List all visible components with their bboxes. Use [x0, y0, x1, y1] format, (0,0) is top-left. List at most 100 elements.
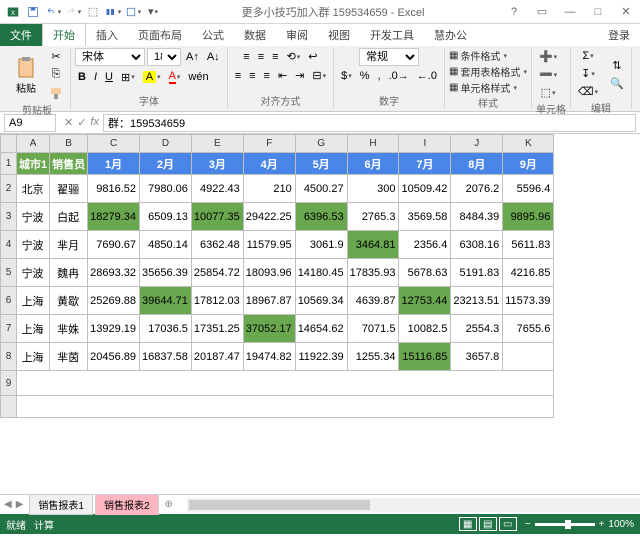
clear-icon[interactable]: ⌫ — [575, 83, 601, 100]
col-header[interactable]: J — [451, 135, 503, 153]
ribbon-min-icon[interactable]: ▭ — [528, 2, 556, 22]
decrease-font-icon[interactable]: A↓ — [204, 48, 223, 66]
fx-icon[interactable]: fx — [90, 116, 99, 129]
data-cell[interactable]: 4500.27 — [295, 175, 347, 203]
view-break-icon[interactable]: ▭ — [499, 517, 517, 531]
cut-icon[interactable]: ✂ — [46, 48, 66, 65]
data-cell[interactable]: 18967.87 — [243, 287, 295, 315]
data-cell[interactable]: 300 — [347, 175, 399, 203]
data-cell[interactable]: 11922.39 — [295, 343, 347, 371]
sheet-nav-next[interactable]: ▶ — [16, 499, 24, 510]
maximize-icon[interactable]: □ — [584, 2, 612, 22]
tab-file[interactable]: 文件 — [0, 24, 42, 46]
data-cell[interactable]: 2765.3 — [347, 203, 399, 231]
fill-color-button[interactable]: A — [140, 68, 164, 86]
orientation-icon[interactable]: ⟲ — [284, 48, 304, 65]
tab-review[interactable]: 审阅 — [276, 24, 318, 46]
data-cell[interactable]: 17835.93 — [347, 259, 399, 287]
data-cell[interactable]: 39644.71 — [140, 287, 192, 315]
font-size-select[interactable]: 18 — [147, 48, 181, 66]
tab-dev[interactable]: 开发工具 — [360, 24, 424, 46]
data-cell[interactable]: 5678.63 — [399, 259, 451, 287]
align-top-icon[interactable]: ≡ — [240, 48, 252, 65]
data-cell[interactable]: 10077.35 — [191, 203, 243, 231]
data-cell[interactable]: 3061.9 — [295, 231, 347, 259]
font-name-select[interactable]: 宋体 — [75, 48, 145, 66]
increase-font-icon[interactable]: A↑ — [183, 48, 202, 66]
find-icon[interactable]: 🔍 — [607, 75, 627, 92]
italic-button[interactable]: I — [91, 68, 100, 86]
font-color-button[interactable]: A — [166, 68, 184, 86]
data-cell[interactable]: 宁波 — [17, 259, 50, 287]
data-cell[interactable]: 18093.96 — [243, 259, 295, 287]
data-cell[interactable]: 13929.19 — [88, 315, 140, 343]
align-left-icon[interactable]: ≡ — [232, 67, 244, 84]
qat-btn-3[interactable] — [124, 3, 142, 21]
data-cell[interactable]: 上海 — [17, 343, 50, 371]
phonetic-button[interactable]: wén — [185, 68, 211, 86]
qat-customize[interactable]: ▾ — [144, 3, 162, 21]
col-header[interactable]: A — [17, 135, 50, 153]
table-header-cell[interactable]: 6月 — [347, 153, 399, 175]
align-bot-icon[interactable]: ≡ — [269, 48, 281, 65]
data-cell[interactable]: 芈月 — [50, 231, 88, 259]
data-cell[interactable]: 7655.6 — [503, 315, 554, 343]
data-cell[interactable]: 9895.96 — [503, 203, 554, 231]
data-cell[interactable]: 17351.25 — [191, 315, 243, 343]
zoom-slider[interactable] — [535, 523, 595, 526]
data-cell[interactable]: 20456.89 — [88, 343, 140, 371]
align-mid-icon[interactable]: ≡ — [255, 48, 267, 65]
enter-formula-icon[interactable]: ✓ — [77, 116, 86, 129]
data-cell[interactable]: 5191.83 — [451, 259, 503, 287]
view-layout-icon[interactable]: ▤ — [479, 517, 497, 531]
data-cell[interactable]: 28693.32 — [88, 259, 140, 287]
undo-icon[interactable] — [44, 3, 62, 21]
align-right-icon[interactable]: ≡ — [261, 67, 273, 84]
sheet-tab-2[interactable]: 销售报表2 — [95, 494, 159, 515]
data-cell[interactable]: 10082.5 — [399, 315, 451, 343]
sheet-area[interactable]: ABCDEFGHIJK1城市1销售员1月2月3月4月5月6月7月8月9月2北京翟… — [0, 134, 640, 494]
view-normal-icon[interactable]: ▦ — [459, 517, 477, 531]
row-header[interactable]: 1 — [1, 153, 17, 175]
table-header-cell[interactable]: 5月 — [295, 153, 347, 175]
border-button[interactable]: ⊞ — [118, 68, 138, 86]
format-cell-button[interactable]: ⬚ — [536, 84, 560, 101]
tab-formula[interactable]: 公式 — [192, 24, 234, 46]
data-cell[interactable]: 6362.48 — [191, 231, 243, 259]
zoom-in-icon[interactable]: + — [599, 519, 605, 530]
tab-data[interactable]: 数据 — [234, 24, 276, 46]
col-header[interactable]: E — [191, 135, 243, 153]
data-cell[interactable]: 37052.17 — [243, 315, 295, 343]
table-format-button[interactable]: ▦ 套用表格格式 — [449, 64, 527, 79]
data-cell[interactable]: 黄歇 — [50, 287, 88, 315]
zoom-level[interactable]: 100% — [608, 519, 634, 530]
tab-view[interactable]: 视图 — [318, 24, 360, 46]
help-icon[interactable]: ? — [500, 2, 528, 22]
data-cell[interactable]: 白起 — [50, 203, 88, 231]
tab-home[interactable]: 开始 — [42, 23, 86, 46]
tab-huiban[interactable]: 慧办公 — [424, 24, 477, 46]
sheet-tab-1[interactable]: 销售报表1 — [29, 494, 93, 515]
fill-icon[interactable]: ↧ — [575, 65, 601, 82]
row-header[interactable]: 7 — [1, 315, 17, 343]
col-header[interactable]: C — [88, 135, 140, 153]
data-cell[interactable]: 芈姝 — [50, 315, 88, 343]
qat-btn-2[interactable] — [104, 3, 122, 21]
data-cell[interactable]: 4922.43 — [191, 175, 243, 203]
merge-icon[interactable]: ⊟ — [309, 67, 329, 84]
data-cell[interactable]: 19474.82 — [243, 343, 295, 371]
paste-button[interactable]: 粘贴 — [8, 56, 44, 95]
data-cell[interactable]: 2554.3 — [451, 315, 503, 343]
data-cell[interactable]: 5596.4 — [503, 175, 554, 203]
align-center-icon[interactable]: ≡ — [246, 67, 258, 84]
table-header-cell[interactable]: 城市1 — [17, 153, 50, 175]
data-cell[interactable]: 4850.14 — [140, 231, 192, 259]
data-cell[interactable]: 6509.13 — [140, 203, 192, 231]
data-cell[interactable]: 2356.4 — [399, 231, 451, 259]
table-header-cell[interactable]: 4月 — [243, 153, 295, 175]
data-cell[interactable]: 7980.06 — [140, 175, 192, 203]
row-header[interactable]: 5 — [1, 259, 17, 287]
underline-button[interactable]: U — [102, 68, 116, 86]
data-cell[interactable]: 14180.45 — [295, 259, 347, 287]
row-header[interactable]: 4 — [1, 231, 17, 259]
